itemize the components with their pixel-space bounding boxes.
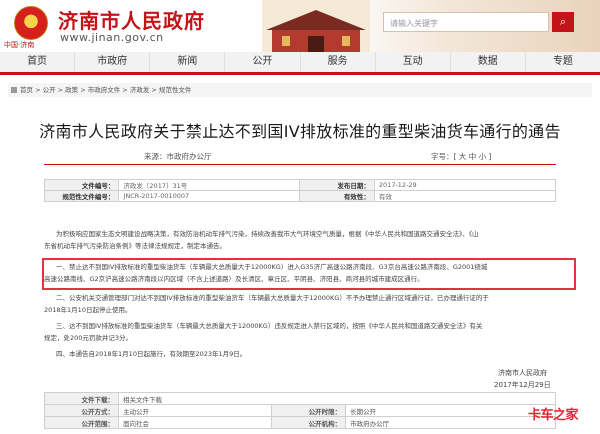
site-url: www.jinan.gov.cn — [60, 31, 164, 44]
validity-value: 有效 — [373, 190, 557, 202]
open-time-label: 公开时限： — [271, 404, 347, 417]
nav-open[interactable]: 公开 — [225, 52, 301, 72]
search-input[interactable]: 请输入关键字 — [383, 12, 549, 32]
item-2-line-2: 2018年1月10日起停止使用。 — [44, 306, 132, 314]
sign-org: 济南市人民政府 — [498, 369, 547, 377]
main-nav: 首页 市政府 新闻 公开 服务 互动 数据 专题 — [0, 52, 600, 75]
org-value: 市政府办公厅 — [345, 416, 556, 429]
search-icon: ⌕ — [559, 15, 567, 28]
item-3-paragraph: 三、达不到国IV排放标准的重型柴油货车（车辆最大总质量大于12000KG）违反规… — [44, 320, 556, 344]
font-size-switch[interactable]: 字号：[ 大 中 小 ] — [431, 151, 491, 162]
nav-service[interactable]: 服务 — [301, 52, 376, 72]
intro-line-1: 为积极响应国家生态文明建设战略决策，有效防治机动车排气污染，持续改善我市大气环境… — [56, 230, 479, 238]
page-title: 济南市人民政府关于禁止达不到国IV排放标准的重型柴油货车通行的通告 — [39, 122, 561, 141]
open-form-label: 公开方式： — [44, 404, 119, 417]
item-1-line-2: 高速公路南线、G2京沪高速公路济南段以内区域（不含上述道路）及长清区、章丘区、平… — [44, 275, 424, 283]
reg-no-value: JNCR-2017-0010007 — [118, 190, 301, 202]
issue-date-value: 2017-12-29 — [373, 179, 557, 191]
item-3-line-2: 规定，处200元罚款并记3分。 — [44, 334, 133, 342]
open-form-value: 主动公开 — [117, 404, 273, 417]
watermark: 卡车之家 — [528, 408, 579, 423]
site-header: ★ 济南市人民政府 www.jinan.gov.cn 中国·济南 请输入关键字 … — [0, 0, 600, 52]
reg-no-label: 规范性文件编号： — [43, 190, 120, 202]
nav-government[interactable]: 市政府 — [75, 52, 151, 72]
site-title[interactable]: 济南市人民政府 — [58, 5, 205, 34]
nav-data[interactable]: 数据 — [451, 52, 526, 72]
doc-source: 来源：市政府办公厅 — [144, 152, 212, 161]
scope-label: 公开范围： — [44, 416, 119, 429]
nav-home[interactable]: 首页 — [0, 52, 76, 72]
attach-link[interactable]: 相关文件下载 — [118, 392, 556, 405]
doc-meta-table: 文件编号： 济政发〔2017〕31号 发布日期： 2017-12-29 规范性文… — [43, 179, 557, 202]
breadcrumb: 首页 > 公开 > 政策 > 市政府文件 > 济政发 > 规范性文件 — [8, 83, 592, 97]
breadcrumb-path[interactable]: 首页 > 公开 > 政策 > 市政府文件 > 济政发 > 规范性文件 — [20, 86, 191, 94]
nav-topics[interactable]: 专题 — [526, 52, 600, 72]
attach-label: 文件下载： — [44, 392, 119, 405]
item-1-line-1: 一、禁止达不到国IV排放标准的重型柴油货车（车辆最大总质量大于12000KG）进… — [56, 263, 488, 271]
doc-no-value: 济政发〔2017〕31号 — [118, 179, 301, 191]
source-bar: 来源：市政府办公厅 字号：[ 大 中 小 ] — [44, 151, 556, 165]
item-2-paragraph: 二、公安机关交通管理部门对达不到国IV排放标准的重型柴油货车（车辆最大总质量大于… — [44, 292, 556, 316]
doc-footer-table: 文件下载： 相关文件下载 公开方式： 主动公开 公开时限： 长期公开 公开范围：… — [44, 392, 556, 429]
issue-date-label: 发布日期： — [299, 179, 375, 191]
nav-news[interactable]: 新闻 — [150, 52, 226, 72]
city-gate-banner-icon — [262, 0, 370, 52]
item-1-paragraph: 一、禁止达不到国IV排放标准的重型柴油货车（车辆最大总质量大于12000KG）进… — [44, 261, 556, 285]
item-2-line-1: 二、公安机关交通管理部门对达不到国IV排放标准的重型柴油货车（车辆最大总质量大于… — [56, 294, 489, 302]
org-label: 公开机构： — [271, 416, 347, 429]
scope-value: 面向社会 — [117, 416, 273, 429]
intro-line-2: 东省机动车排气污染防治条例》等法律法规规定，制定本通告。 — [44, 242, 226, 250]
nav-interaction[interactable]: 互动 — [376, 52, 451, 72]
validity-label: 有效性： — [299, 190, 375, 202]
national-emblem-icon: ★ — [14, 6, 48, 40]
search-button[interactable]: ⌕ — [552, 12, 574, 32]
open-time-value: 长期公开 — [345, 404, 556, 417]
site-sub-label: 中国·济南 — [4, 41, 35, 49]
intro-paragraph: 为积极响应国家生态文明建设战略决策，有效防治机动车排气污染，持续改善我市大气环境… — [44, 228, 556, 252]
sign-date: 2017年12月29日 — [494, 381, 551, 389]
doc-no-label: 文件编号： — [43, 179, 120, 191]
home-icon — [11, 87, 17, 93]
item-3-line-1: 三、达不到国IV排放标准的重型柴油货车（车辆最大总质量大于12000KG）违反规… — [56, 322, 483, 330]
item-4-paragraph: 四、本通告自2018年1月10日起施行，有效期至2023年1月9日。 — [56, 350, 247, 358]
